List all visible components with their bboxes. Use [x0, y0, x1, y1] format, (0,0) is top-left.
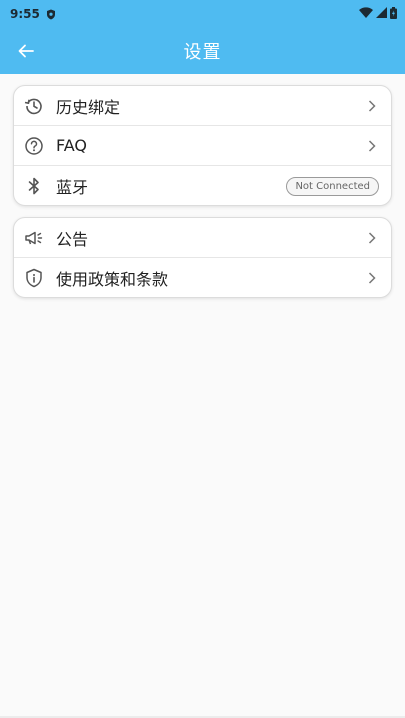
settings-group-main: 历史绑定 FAQ 蓝牙 Not Connected	[13, 85, 392, 206]
settings-group-info: 公告 使用政策和条款	[13, 217, 392, 298]
chevron-right-icon	[365, 231, 379, 245]
battery-icon	[390, 6, 397, 22]
faq-label: FAQ	[56, 136, 87, 155]
app-bar: 设置	[0, 28, 405, 74]
bluetooth-item[interactable]: 蓝牙 Not Connected	[14, 166, 391, 205]
status-icons	[359, 6, 397, 22]
page-title: 设置	[183, 42, 222, 63]
cellular-signal-icon	[376, 7, 387, 21]
megaphone-icon	[24, 228, 44, 248]
status-bar: 9:55	[0, 0, 405, 28]
announcement-item[interactable]: 公告	[14, 218, 391, 258]
history-binding-label: 历史绑定	[56, 97, 121, 117]
chevron-right-icon	[365, 99, 379, 113]
bluetooth-icon	[24, 176, 44, 196]
wifi-icon	[359, 7, 373, 21]
status-time: 9:55	[10, 7, 40, 21]
bluetooth-label: 蓝牙	[56, 178, 89, 197]
connection-status-badge: Not Connected	[286, 176, 379, 196]
history-binding-item[interactable]: 历史绑定	[14, 86, 391, 126]
back-arrow-icon[interactable]	[14, 39, 38, 63]
announcement-label: 公告	[56, 229, 89, 249]
chevron-right-icon	[365, 271, 379, 285]
help-circle-icon	[24, 136, 44, 156]
shield-notification-icon	[46, 9, 56, 20]
policy-terms-item[interactable]: 使用政策和条款	[14, 258, 391, 297]
history-icon	[24, 96, 44, 116]
faq-item[interactable]: FAQ	[14, 126, 391, 166]
settings-screen: 9:55 设置 历史绑定 FAQ 蓝牙 Not Connected 公告 使用政…	[0, 0, 405, 718]
shield-info-icon	[24, 268, 44, 288]
chevron-right-icon	[365, 139, 379, 153]
policy-terms-label: 使用政策和条款	[56, 270, 169, 289]
